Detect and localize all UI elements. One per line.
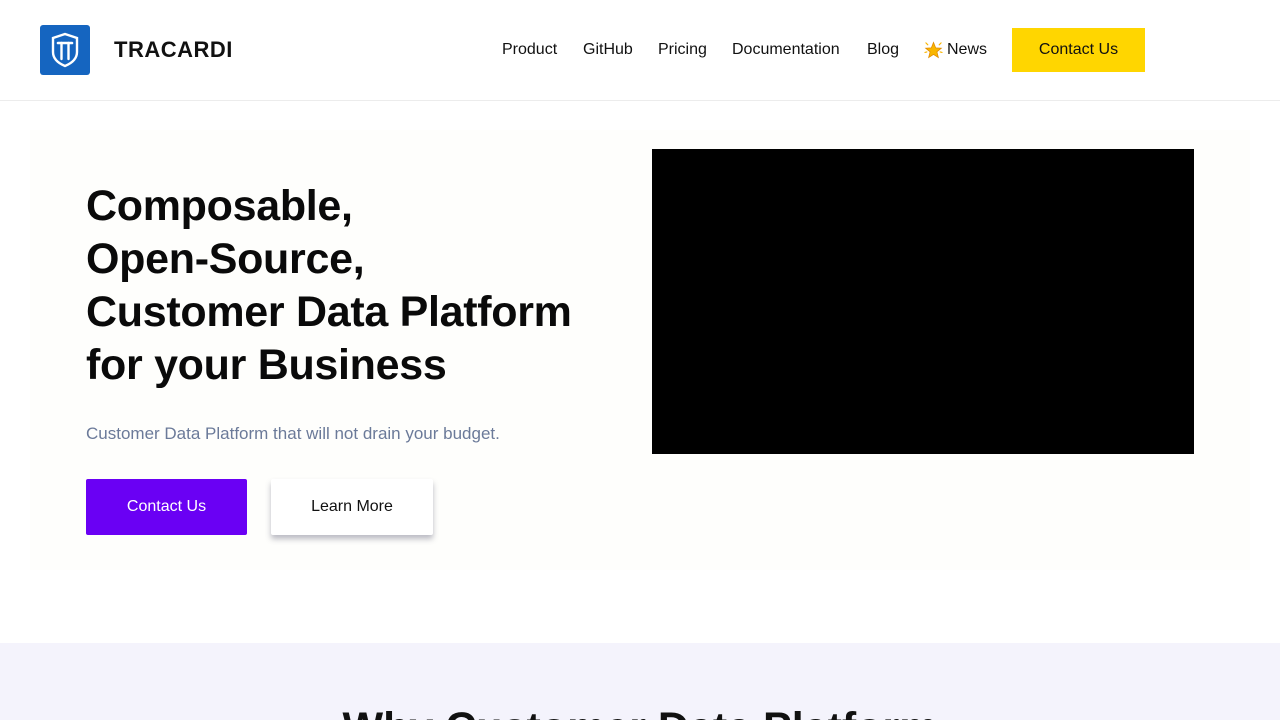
site-header: TRACARDI Product GitHub Pricing Document… — [0, 0, 1280, 101]
headline-line: Open-Source, — [86, 235, 365, 283]
nav-item-github[interactable]: GitHub — [583, 40, 633, 60]
nav-item-documentation[interactable]: Documentation — [732, 40, 840, 60]
nav-item-news[interactable]: News — [924, 40, 987, 60]
nav-item-product[interactable]: Product — [502, 40, 557, 60]
hero-video-player[interactable] — [652, 149, 1194, 454]
star-icon — [924, 40, 943, 60]
nav-item-blog[interactable]: Blog — [867, 40, 899, 60]
learn-more-button[interactable]: Learn More — [271, 479, 433, 535]
headline-line: Composable, — [86, 182, 353, 230]
headline-line: Customer Data Platform — [86, 288, 572, 336]
hero-headline: Composable, Open-Source, Customer Data P… — [86, 180, 626, 392]
hero-contact-button[interactable]: Contact Us — [86, 479, 247, 535]
hero-subtitle: Customer Data Platform that will not dra… — [86, 424, 500, 443]
tracardi-logo-icon[interactable] — [40, 25, 90, 75]
header-contact-button[interactable]: Contact Us — [1012, 28, 1145, 72]
section-title: Why Customer Data Platform — [0, 703, 1280, 720]
why-cdp-section: Why Customer Data Platform — [0, 643, 1280, 720]
brand-name[interactable]: TRACARDI — [114, 37, 233, 63]
nav-item-pricing[interactable]: Pricing — [658, 40, 707, 60]
nav-news-label: News — [947, 41, 988, 58]
headline-line: for your Business — [86, 341, 447, 389]
